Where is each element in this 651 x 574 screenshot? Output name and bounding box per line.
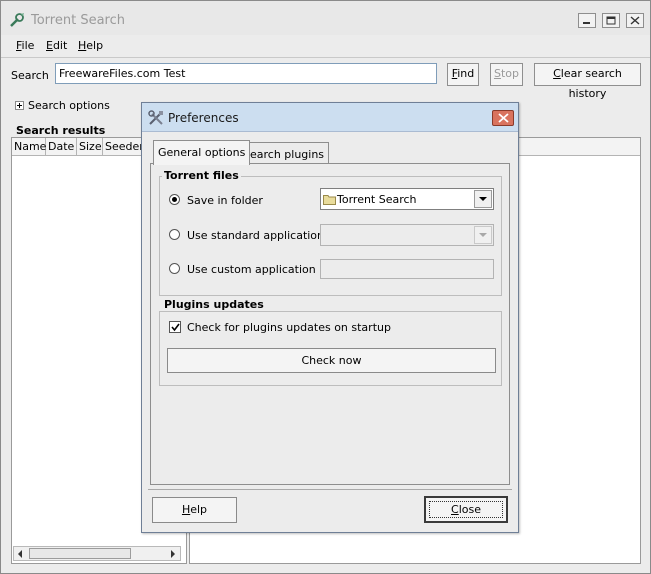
dropdown-arrow-icon (479, 233, 487, 237)
tab-search-plugins[interactable]: Search plugins (238, 142, 330, 165)
menu-edit[interactable]: Edit (46, 39, 67, 52)
torrent-files-group-label: Torrent files (162, 169, 241, 182)
column-header-name[interactable]: Name (12, 138, 46, 156)
check-updates-on-startup-checkbox[interactable] (169, 321, 181, 333)
maximize-icon (606, 16, 616, 25)
close-icon (498, 113, 509, 123)
search-results-title: Search results (16, 124, 106, 137)
dialog-separator (148, 489, 512, 490)
standard-application-combo[interactable] (320, 224, 494, 246)
horizontal-scrollbar[interactable] (13, 546, 181, 561)
scroll-right-icon[interactable] (170, 550, 176, 558)
save-folder-combo[interactable]: Torrent Search (320, 188, 494, 210)
use-standard-application-label: Use standard application (187, 229, 325, 242)
preferences-tools-icon (148, 110, 163, 125)
maximize-button[interactable] (602, 13, 620, 28)
dialog-close-button[interactable] (492, 110, 514, 126)
search-label: Search (11, 69, 49, 82)
folder-icon (323, 195, 336, 205)
save-folder-value: Torrent Search (337, 193, 417, 206)
menu-bar: File Edit Help (1, 36, 650, 56)
minimize-button[interactable] (578, 13, 596, 28)
window-title: Torrent Search (31, 13, 125, 28)
standard-application-dropdown-button[interactable] (474, 226, 492, 244)
column-header-date[interactable]: Date (46, 138, 77, 156)
scroll-left-icon[interactable] (17, 550, 23, 558)
use-standard-application-radio[interactable] (169, 229, 180, 240)
checkmark-icon (171, 323, 180, 332)
title-bar: Torrent Search (1, 1, 650, 35)
general-options-page: Torrent files Save in folder Torrent Sea… (150, 163, 510, 485)
save-in-folder-radio[interactable] (169, 194, 180, 205)
close-button[interactable] (626, 13, 644, 28)
scrollbar-thumb[interactable] (29, 548, 131, 559)
minimize-icon (583, 22, 590, 24)
stop-button[interactable]: Stop (490, 63, 523, 86)
check-updates-on-startup-label: Check for plugins updates on startup (187, 321, 391, 334)
dropdown-arrow-icon (479, 197, 487, 201)
check-now-button[interactable]: Check now (167, 348, 496, 373)
save-folder-dropdown-button[interactable] (474, 190, 492, 208)
focus-rect (429, 501, 503, 518)
dialog-title-bar: Preferences (142, 103, 518, 132)
search-input[interactable]: FreewareFiles.com Test (55, 63, 437, 84)
save-in-folder-label: Save in folder (187, 194, 263, 207)
menu-help[interactable]: Help (78, 39, 103, 52)
column-header-size[interactable]: Size (77, 138, 103, 156)
tab-general-options[interactable]: General options (153, 140, 251, 165)
custom-application-input[interactable] (320, 259, 494, 279)
plugins-updates-group-label: Plugins updates (162, 298, 266, 311)
help-button[interactable]: Help (152, 497, 237, 523)
dialog-title: Preferences (168, 111, 239, 125)
menu-separator (1, 57, 650, 58)
expand-plus-icon (15, 101, 24, 110)
find-button[interactable]: Find (447, 63, 479, 86)
torrent-search-app-icon (10, 13, 24, 27)
menu-file[interactable]: File (16, 39, 34, 52)
clear-search-history-button[interactable]: Clear search history (534, 63, 641, 100)
preferences-dialog: Preferences General options Search plugi… (141, 102, 519, 533)
use-custom-application-label: Use custom application (187, 263, 316, 276)
search-options-expander[interactable]: Search options (15, 99, 110, 112)
close-icon (630, 16, 640, 25)
dialog-close-action-button[interactable]: Close (424, 496, 508, 523)
use-custom-application-radio[interactable] (169, 263, 180, 274)
